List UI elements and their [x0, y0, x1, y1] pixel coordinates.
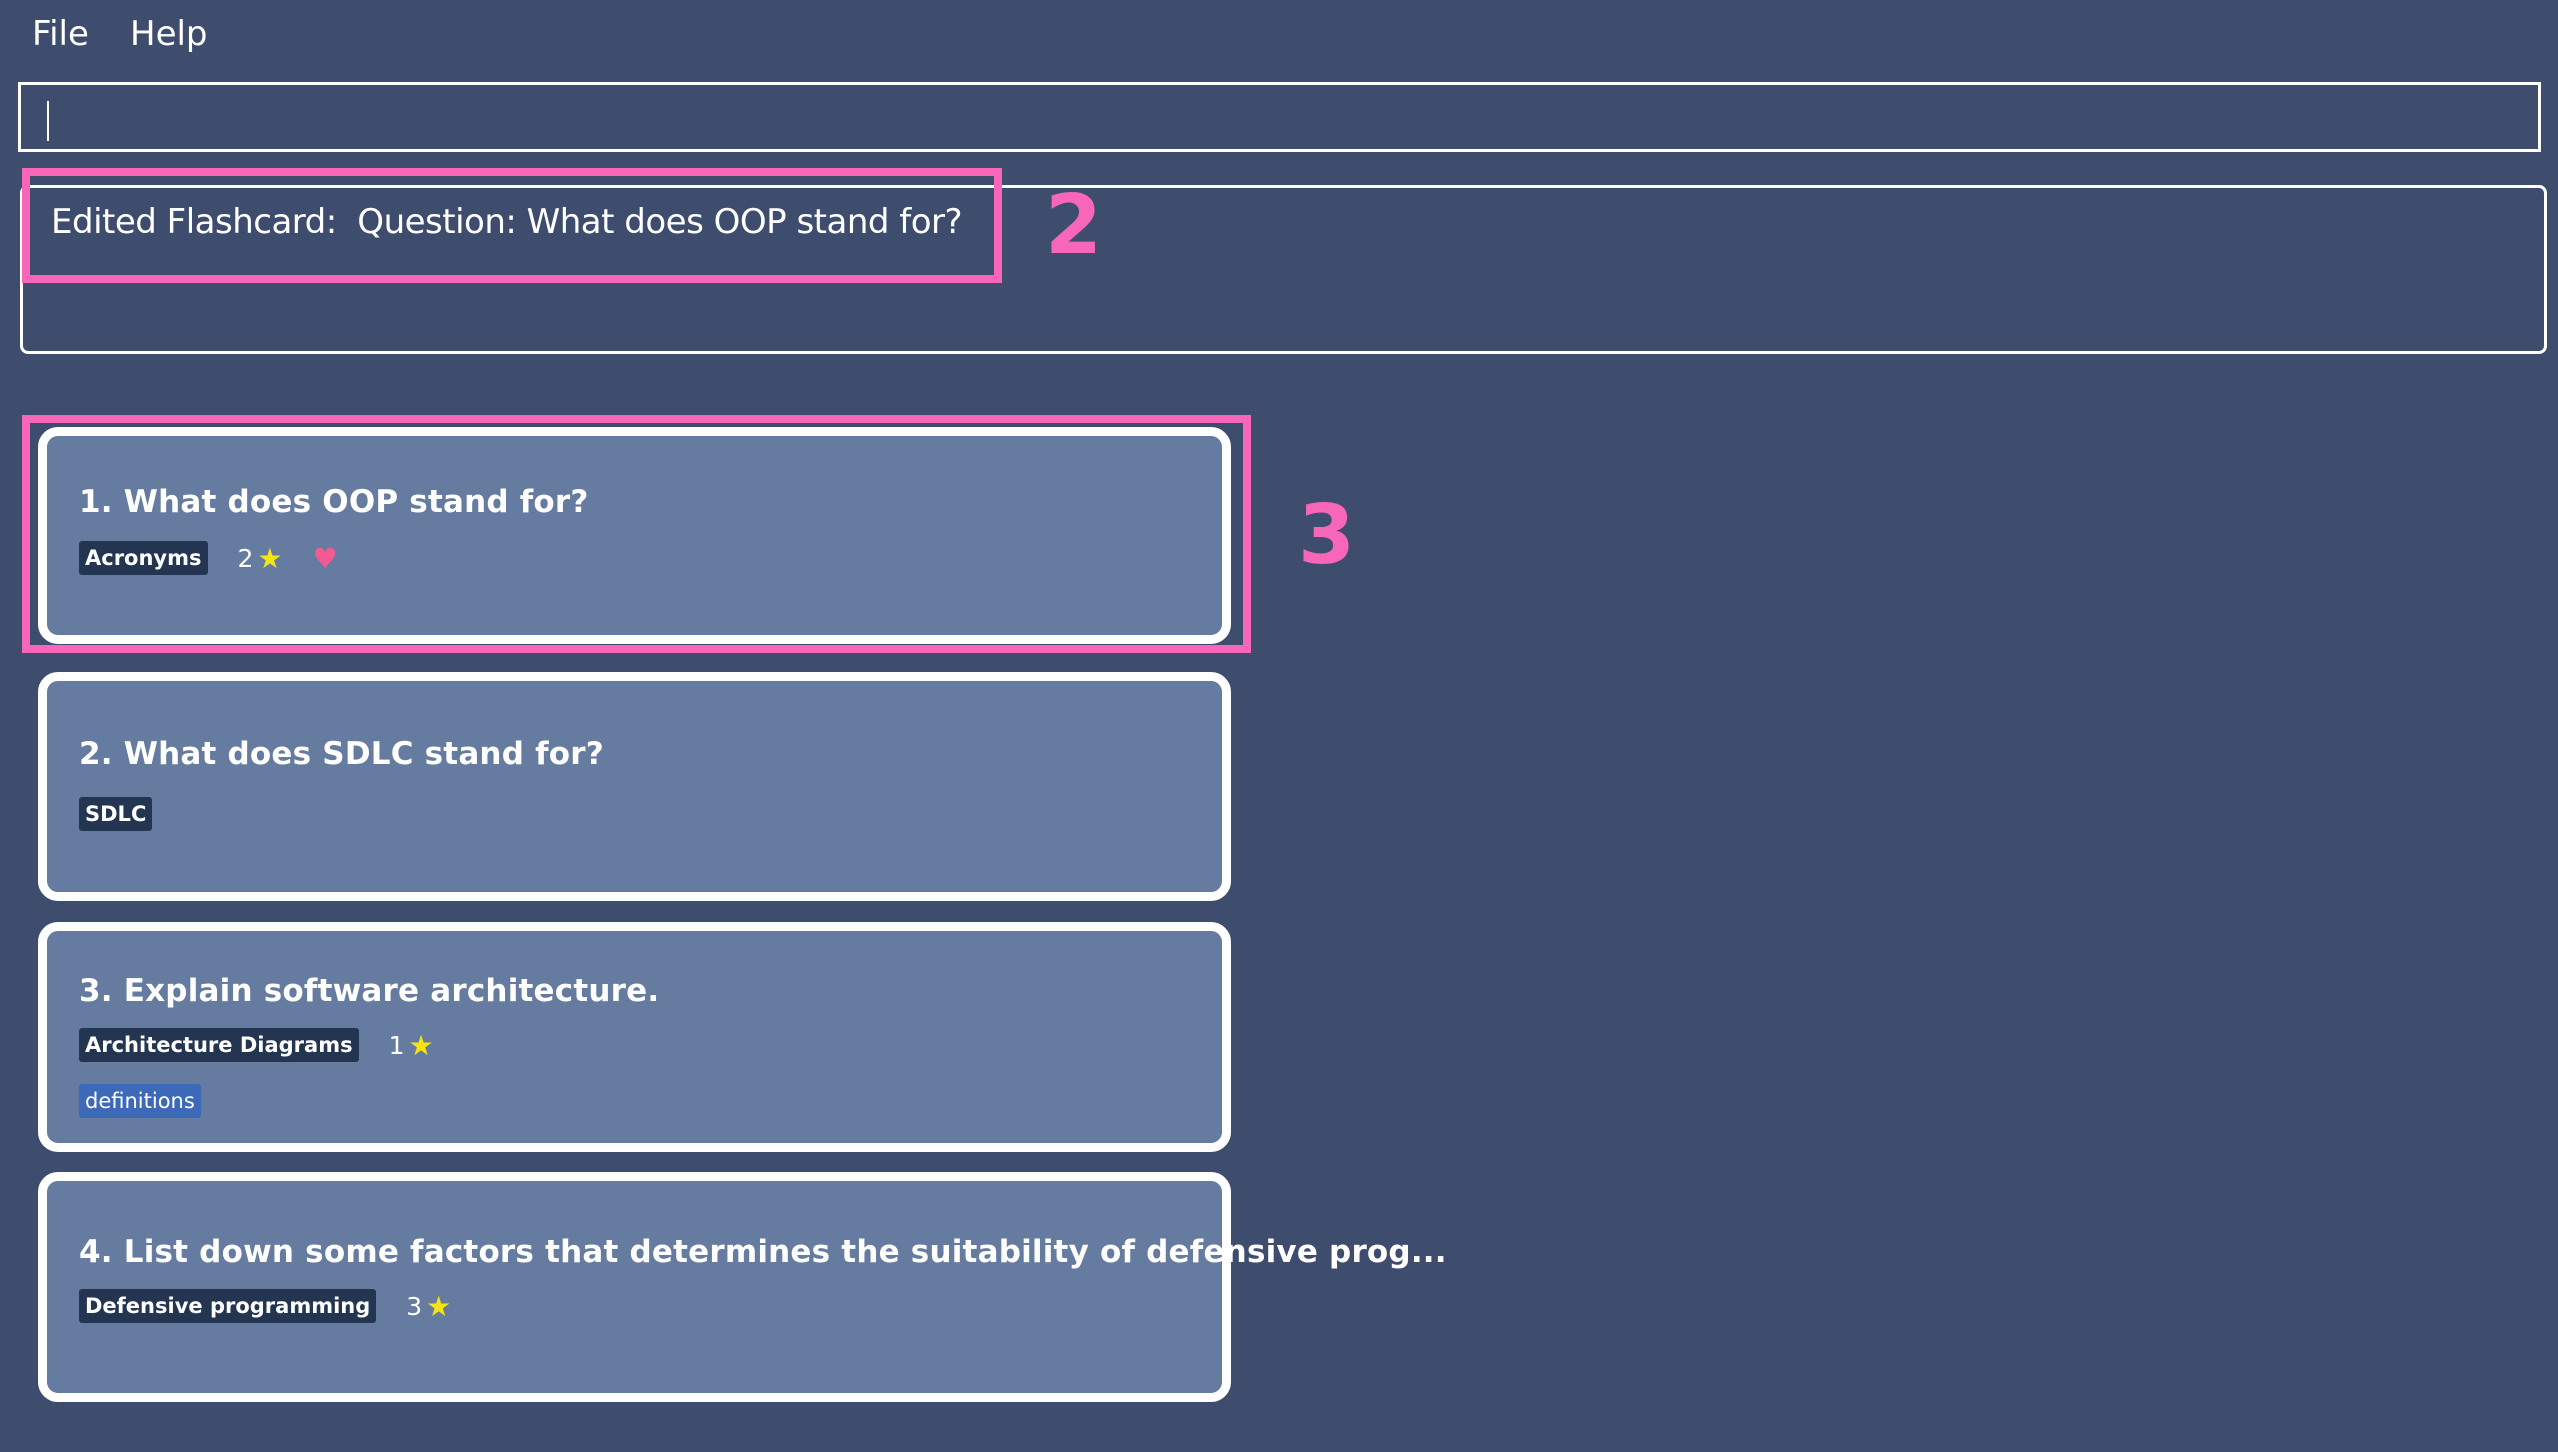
flashcard-meta-secondary: definitions: [79, 1084, 201, 1118]
annotation-box-2: [22, 168, 1002, 283]
flashcard-meta: Defensive programming 3 ★: [79, 1289, 451, 1323]
flashcard-meta: SDLC: [79, 797, 153, 831]
menu-help[interactable]: Help: [130, 10, 208, 58]
flashcard-3[interactable]: 3. Explain software architecture. Archit…: [38, 922, 1231, 1152]
tag: SDLC: [79, 797, 153, 831]
flashcard-4[interactable]: 4. List down some factors that determine…: [38, 1172, 1447, 1402]
rating: 1 ★: [389, 1029, 434, 1062]
rating-value: 3: [406, 1291, 423, 1321]
app-window: File Help Edited Flashcard: Question: Wh…: [0, 0, 2558, 1452]
flashcard-2[interactable]: 2. What does SDLC stand for? SDLC: [38, 672, 1231, 901]
star-icon: ★: [408, 1028, 434, 1062]
annotation-label-3: 3: [1298, 488, 1356, 583]
rating: 3 ★: [406, 1290, 451, 1323]
flashcard-meta: Architecture Diagrams 1 ★: [79, 1028, 434, 1062]
annotation-box-3: [22, 415, 1251, 653]
flashcard-title: 2. What does SDLC stand for?: [79, 736, 604, 772]
menu-bar: File Help: [0, 0, 2558, 68]
menu-file[interactable]: File: [32, 10, 89, 58]
star-icon: ★: [426, 1289, 452, 1323]
flashcard-title: 4. List down some factors that determine…: [79, 1234, 1447, 1270]
flashcard-title: 3. Explain software architecture.: [79, 973, 660, 1009]
annotation-label-2: 2: [1045, 178, 1103, 273]
tag: definitions: [79, 1084, 201, 1118]
text-caret: [47, 101, 49, 141]
rating-value: 1: [388, 1030, 405, 1060]
command-input[interactable]: [18, 82, 2541, 152]
tag: Architecture Diagrams: [79, 1028, 359, 1062]
tag: Defensive programming: [79, 1289, 377, 1323]
